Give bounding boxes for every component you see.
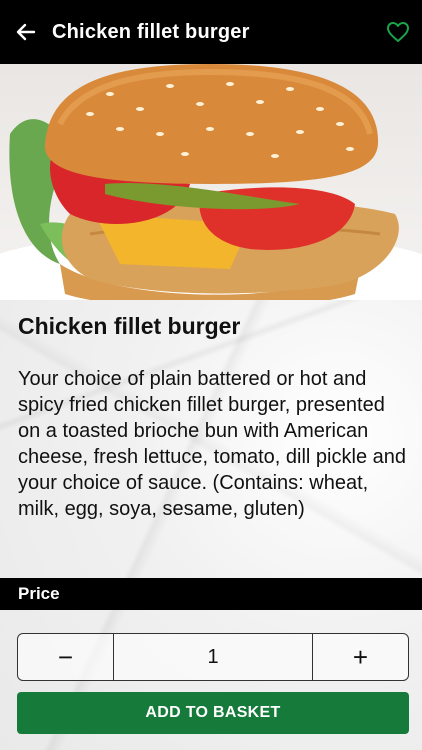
decrement-button[interactable]: −: [18, 634, 113, 680]
add-to-basket-button[interactable]: ADD TO BASKET: [17, 692, 409, 734]
product-description: Your choice of plain battered or hot and…: [18, 368, 406, 520]
favorite-button[interactable]: [374, 0, 422, 64]
increment-button[interactable]: +: [313, 634, 408, 680]
quantity-stepper: − 1 +: [17, 633, 409, 681]
product-name: Chicken fillet burger: [18, 313, 241, 339]
arrow-left-icon: [16, 23, 36, 41]
page-title: Chicken fillet burger: [52, 20, 250, 43]
heart-outline-icon: [387, 22, 409, 42]
quantity-value: 1: [113, 634, 313, 680]
price-label: Price: [18, 584, 60, 603]
back-button[interactable]: [0, 0, 52, 64]
price-section-header: Price: [0, 578, 422, 610]
product-image: [0, 64, 422, 300]
top-app-bar: Chicken fillet burger: [0, 0, 422, 64]
